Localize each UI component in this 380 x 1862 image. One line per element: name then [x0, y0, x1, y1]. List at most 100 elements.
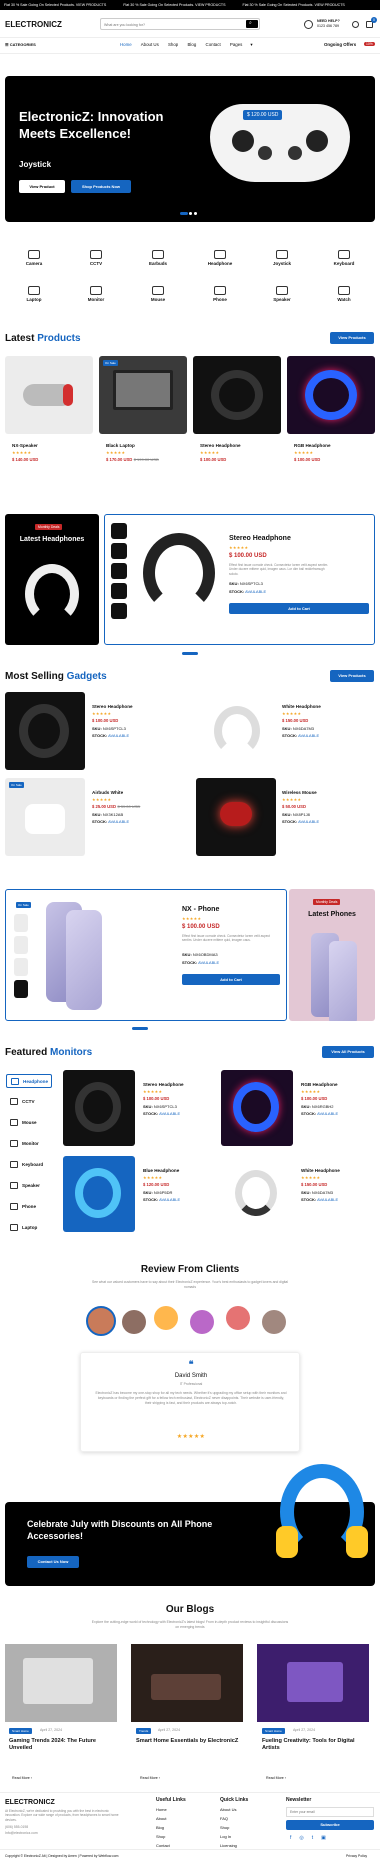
blog-tag[interactable]: Smart Home	[9, 1728, 32, 1734]
category-speaker[interactable]: Speaker	[262, 286, 302, 302]
help-phone[interactable]: 0123 456 789	[317, 24, 339, 28]
product-name[interactable]: White Headphone	[282, 704, 321, 709]
category-laptop[interactable]: Laptop	[14, 286, 54, 302]
view-all-products-button[interactable]: View All Products	[322, 1046, 374, 1058]
product-image[interactable]	[63, 1156, 135, 1232]
avatar[interactable]	[190, 1310, 214, 1334]
category-monitor[interactable]: Monitor	[76, 286, 116, 302]
side-tab-laptop[interactable]: Laptop	[6, 1221, 52, 1235]
thumbnail[interactable]	[14, 914, 28, 932]
thumbnail[interactable]	[111, 603, 127, 619]
product-name[interactable]: Stereo Headphone	[200, 443, 241, 448]
thumbnail[interactable]	[14, 980, 28, 998]
footer-link[interactable]: Shop	[156, 1834, 165, 1839]
read-more-link[interactable]: Read More ›	[140, 1776, 160, 1780]
shop-products-button[interactable]: Shop Products Now	[71, 180, 131, 193]
view-product-button[interactable]: View Product	[19, 180, 65, 193]
product-name[interactable]: RGB Headphone	[301, 1082, 338, 1087]
thumbnail[interactable]	[14, 958, 28, 976]
category-watch[interactable]: Watch	[324, 286, 364, 302]
privacy-policy-link[interactable]: Privacy Policy	[346, 1854, 367, 1858]
footer-link[interactable]: Home	[156, 1807, 167, 1812]
carousel-dots[interactable]	[182, 652, 198, 655]
footer-logo[interactable]: ELECTRONICZ	[5, 1799, 55, 1806]
latest-phones-promo[interactable]: Monthly Deals Latest Phones	[289, 889, 375, 1021]
product-image[interactable]	[221, 1070, 293, 1146]
slider-dots[interactable]	[180, 211, 197, 217]
blog-title[interactable]: Fueling Creativity: Tools for Digital Ar…	[262, 1738, 366, 1752]
subscribe-button[interactable]: Subscribe	[286, 1820, 374, 1830]
product-image[interactable]	[287, 356, 375, 434]
logo[interactable]: ELECTRONICZ	[5, 20, 62, 29]
product-image[interactable]	[221, 1156, 293, 1232]
category-phone[interactable]: Phone	[200, 286, 240, 302]
user-icon[interactable]	[352, 21, 359, 28]
footer-email[interactable]: Info@electronicz.com	[5, 1831, 38, 1835]
latest-headphones-promo[interactable]: Monthly Deals Latest Headphones	[5, 514, 99, 645]
search-input[interactable]	[104, 21, 242, 28]
category-cctv[interactable]: CCTV	[76, 250, 116, 266]
search-button[interactable]: ⌕	[246, 20, 258, 28]
product-name[interactable]: Stereo Headphone	[143, 1082, 184, 1087]
product-image[interactable]	[196, 692, 276, 770]
blog-title[interactable]: Gaming Trends 2024: The Future Unveiled	[9, 1738, 113, 1752]
nav-shop[interactable]: Shop	[168, 42, 178, 47]
offers-label[interactable]: Ongoing Offers	[324, 42, 356, 47]
newsletter-email-input[interactable]	[286, 1807, 374, 1817]
footer-link[interactable]: Contact	[156, 1843, 170, 1848]
read-more-link[interactable]: Read More ›	[266, 1776, 286, 1780]
product-image[interactable]	[5, 778, 85, 856]
avatar[interactable]	[262, 1310, 286, 1334]
product-image[interactable]	[5, 356, 93, 434]
product-image[interactable]	[63, 1070, 135, 1146]
product-name[interactable]: Blue Headphone	[143, 1168, 179, 1173]
footer-link[interactable]: Blog	[156, 1825, 164, 1830]
thumbnail[interactable]	[111, 583, 127, 599]
blog-image[interactable]	[257, 1644, 369, 1722]
blog-tag[interactable]: Trends	[136, 1728, 152, 1734]
product-name[interactable]: White Headphone	[301, 1168, 340, 1173]
contact-us-button[interactable]: Contact Us Now	[27, 1556, 79, 1568]
product-image[interactable]	[99, 356, 187, 434]
product-image[interactable]	[193, 356, 281, 434]
avatar[interactable]	[154, 1306, 178, 1330]
nav-about[interactable]: About Us	[141, 42, 159, 47]
footer-phone[interactable]: (606) 555-0198	[5, 1825, 28, 1829]
add-to-cart-button[interactable]: Add to Cart	[229, 603, 369, 614]
product-image[interactable]	[5, 692, 85, 770]
view-products-button[interactable]: View Products	[330, 332, 374, 344]
side-tab-cctv[interactable]: CCTV	[6, 1095, 52, 1109]
facebook-icon[interactable]: f	[290, 1835, 299, 1841]
blog-tag[interactable]: Smart Home	[262, 1728, 285, 1734]
product-image[interactable]	[196, 778, 276, 856]
product-name[interactable]: Wireless Mouse	[282, 790, 317, 795]
footer-link[interactable]: Log In	[220, 1834, 231, 1839]
footer-link[interactable]: About Us	[220, 1807, 236, 1812]
blog-image[interactable]	[131, 1644, 243, 1722]
footer-link[interactable]: Licensing	[220, 1843, 237, 1848]
twitter-icon[interactable]: t	[312, 1835, 321, 1841]
thumbnail[interactable]	[111, 523, 127, 539]
side-tab-monitor[interactable]: Monitor	[6, 1137, 52, 1151]
avatar[interactable]	[86, 1306, 116, 1336]
nav-pages[interactable]: Pages	[230, 42, 242, 47]
nav-blog[interactable]: Blog	[188, 42, 197, 47]
thumbnail[interactable]	[14, 936, 28, 954]
category-earbuds[interactable]: Earbuds	[138, 250, 178, 266]
categories-button[interactable]: ☰ CATEGORIES	[5, 42, 36, 47]
category-headphone[interactable]: Headphone	[200, 250, 240, 266]
avatar[interactable]	[226, 1306, 250, 1330]
footer-link[interactable]: Shop	[220, 1825, 229, 1830]
category-camera[interactable]: Camera	[14, 250, 54, 266]
side-tab-mouse[interactable]: Mouse	[6, 1116, 52, 1130]
side-tab-speaker[interactable]: Speaker	[6, 1179, 52, 1193]
read-more-link[interactable]: Read More ›	[12, 1776, 32, 1780]
nav-contact[interactable]: Contact	[206, 42, 221, 47]
category-mouse[interactable]: Mouse	[138, 286, 178, 302]
blog-title[interactable]: Smart Home Essentials by ElectronicZ	[136, 1738, 240, 1745]
side-tab-headphone[interactable]: Headphone	[6, 1074, 52, 1088]
blog-image[interactable]	[5, 1644, 117, 1722]
category-keyboard[interactable]: Keyboard	[324, 250, 364, 266]
footer-link[interactable]: About	[156, 1816, 166, 1821]
instagram-icon[interactable]: ◎	[299, 1835, 311, 1841]
